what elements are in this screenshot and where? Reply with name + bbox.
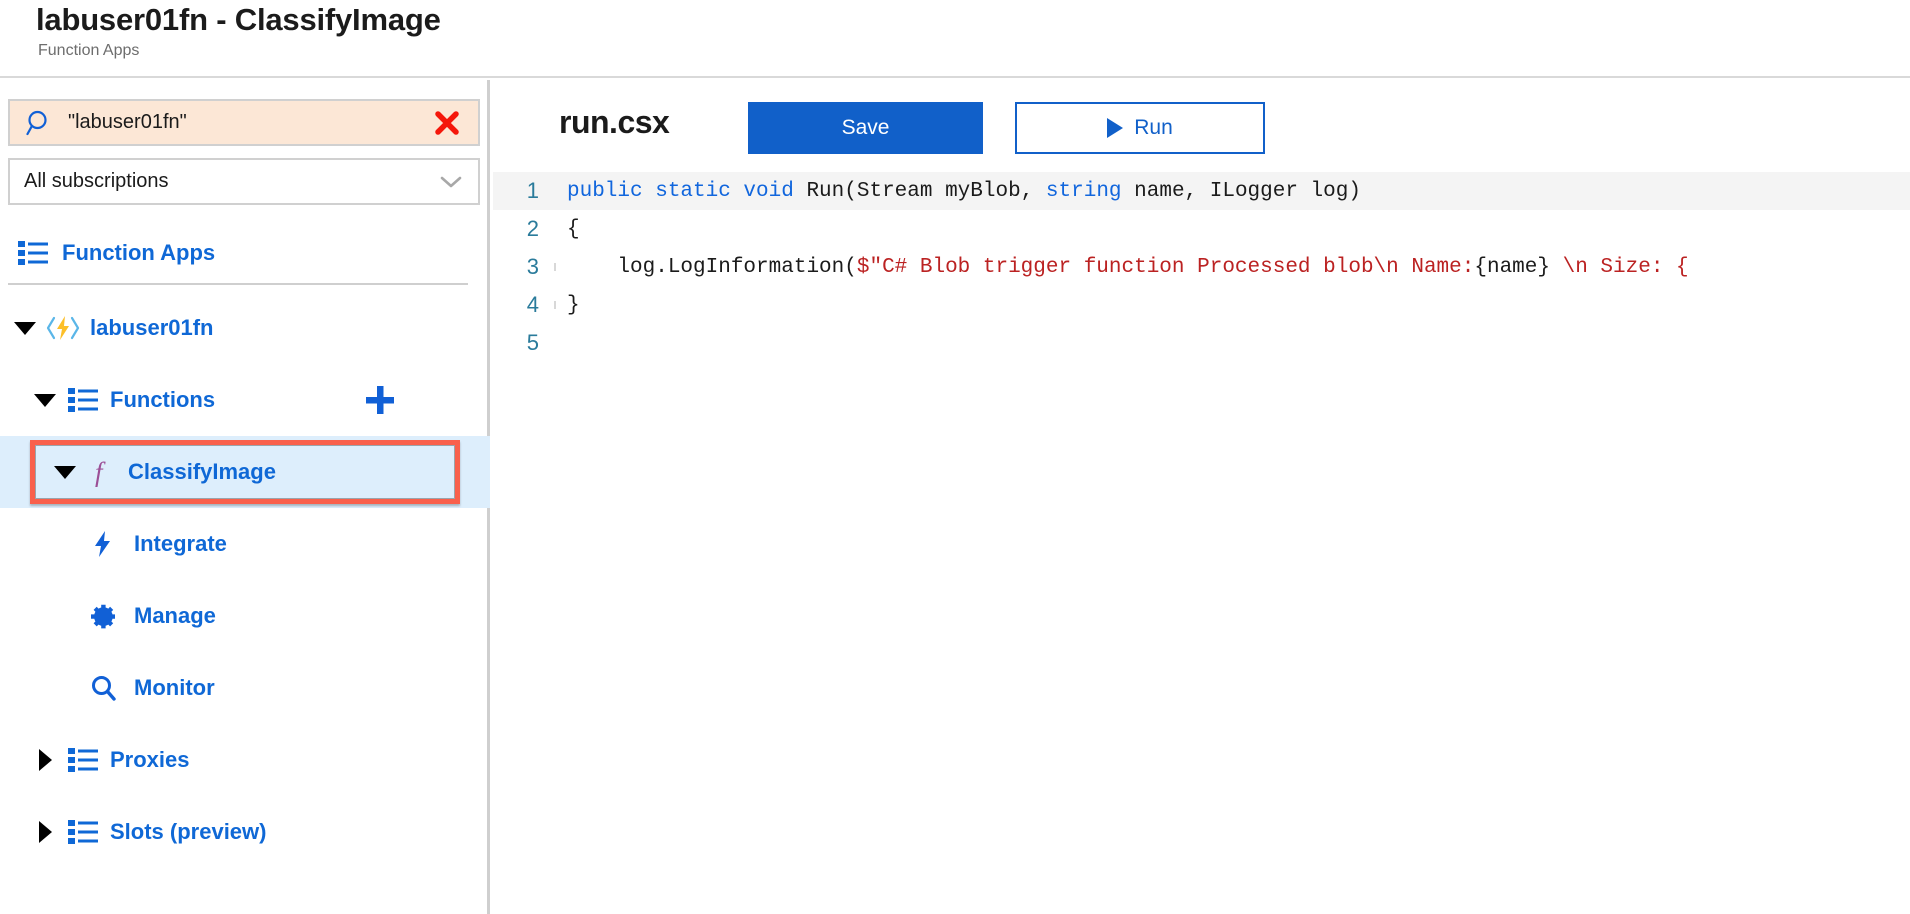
- tree-item-label: ClassifyImage: [128, 459, 276, 484]
- code-line[interactable]: 1 public static void Run(Stream myBlob, …: [493, 172, 1910, 210]
- twisty-collapsed-icon[interactable]: [34, 749, 56, 771]
- search-icon: [86, 673, 120, 703]
- svg-text:f: f: [95, 457, 106, 487]
- code-line-content: public static void Run(Stream myBlob, st…: [567, 180, 1910, 203]
- code-line-content: }: [567, 293, 580, 317]
- code-editor[interactable]: 1 public static void Run(Stream myBlob, …: [493, 172, 1910, 914]
- list-icon: [66, 385, 100, 415]
- tree-item-label: Monitor: [134, 675, 215, 700]
- save-button[interactable]: Save: [748, 102, 983, 154]
- tree-item-proxies[interactable]: Proxies: [0, 724, 490, 796]
- code-line[interactable]: 3 log.LogInformation($"C# Blob trigger f…: [493, 248, 1910, 286]
- gear-icon: [86, 601, 120, 631]
- line-number: 4: [526, 292, 539, 317]
- tree-item-functions[interactable]: Functions: [0, 364, 490, 436]
- page-title: labuser01fn - ClassifyImage: [36, 2, 441, 37]
- play-icon: [1107, 118, 1124, 138]
- code-line-content: {: [567, 217, 580, 241]
- code-line[interactable]: 5: [493, 324, 1910, 362]
- sidebar-item-function-apps[interactable]: Function Apps: [0, 228, 490, 278]
- twisty-expanded-icon[interactable]: [34, 389, 56, 411]
- code-identifier: log.LogInformation(: [567, 255, 857, 279]
- list-icon: [18, 240, 48, 266]
- code-string: \n Size: {: [1550, 255, 1689, 279]
- twisty-expanded-icon[interactable]: [54, 461, 76, 483]
- code-string: $"C# Blob trigger function Processed blo…: [856, 255, 1475, 279]
- subscription-filter-value: All subscriptions: [24, 170, 169, 192]
- sidebar: "labuser01fn" All subscriptions Function…: [0, 80, 490, 914]
- tree-item-monitor[interactable]: Monitor: [0, 652, 490, 724]
- tree-item-integrate[interactable]: Integrate: [0, 508, 490, 580]
- twisty-expanded-icon[interactable]: [14, 317, 36, 339]
- tree-item-label: Proxies: [110, 747, 190, 772]
- code-keyword: string: [1045, 179, 1122, 203]
- tree-item-labuser01fn[interactable]: labuser01fn: [0, 292, 490, 364]
- function-f-icon: f: [86, 457, 120, 487]
- sidebar-divider: [8, 283, 468, 285]
- tree-item-label: Integrate: [134, 531, 227, 556]
- code-interpolation: {name}: [1474, 255, 1550, 279]
- azure-portal-function-apps-page: labuser01fn - ClassifyImage Function App…: [0, 0, 1910, 914]
- code-line-content: log.LogInformation($"C# Blob trigger fun…: [567, 256, 1910, 279]
- run-button[interactable]: Run: [1015, 102, 1265, 154]
- list-icon: [66, 745, 100, 775]
- line-number: 1: [526, 178, 539, 203]
- tree-item-slots[interactable]: Slots (preview): [0, 796, 490, 868]
- code-keyword: public static void: [567, 179, 807, 203]
- sidebar-item-label: Function Apps: [62, 240, 216, 265]
- editor-panel: run.csx Save Run 1 public static void Ru…: [493, 80, 1910, 914]
- line-number: 2: [526, 216, 539, 241]
- code-identifier: name, ILogger log): [1121, 179, 1361, 203]
- editor-file-name: run.csx: [559, 104, 670, 140]
- save-button-label: Save: [841, 116, 890, 139]
- page-subtitle: Function Apps: [38, 42, 140, 59]
- twisty-collapsed-icon[interactable]: [34, 821, 56, 843]
- chevron-down-icon: [440, 175, 462, 189]
- editor-toolbar: run.csx Save Run: [493, 80, 1910, 172]
- search-icon: [26, 109, 54, 137]
- clear-x-icon[interactable]: [434, 110, 460, 136]
- code-line[interactable]: 4 }: [493, 286, 1910, 324]
- list-icon: [66, 817, 100, 847]
- function-app-icon: [46, 313, 80, 343]
- add-function-button[interactable]: [365, 385, 395, 415]
- tree-item-label: labuser01fn: [90, 315, 214, 340]
- tree-item-manage[interactable]: Manage: [0, 580, 490, 652]
- tree-item-classifyimage[interactable]: f ClassifyImage: [0, 436, 490, 508]
- search-input-value[interactable]: "labuser01fn": [68, 111, 187, 134]
- search-field[interactable]: "labuser01fn": [8, 99, 480, 146]
- tree-item-label: Manage: [134, 603, 216, 628]
- tree-item-label: Functions: [110, 387, 216, 412]
- code-identifier: Run(Stream myBlob,: [806, 179, 1046, 203]
- code-line[interactable]: 2 {: [493, 210, 1910, 248]
- function-app-tree: labuser01fn Functions f ClassifyImage In…: [0, 292, 490, 868]
- subscription-filter-select[interactable]: All subscriptions: [8, 158, 480, 205]
- line-number: 5: [526, 330, 539, 355]
- tree-item-label: Slots (preview): [110, 819, 267, 844]
- run-button-label: Run: [1134, 116, 1173, 139]
- line-number: 3: [526, 254, 539, 279]
- bolt-icon: [86, 529, 120, 559]
- page-header: labuser01fn - ClassifyImage Function App…: [0, 0, 1910, 78]
